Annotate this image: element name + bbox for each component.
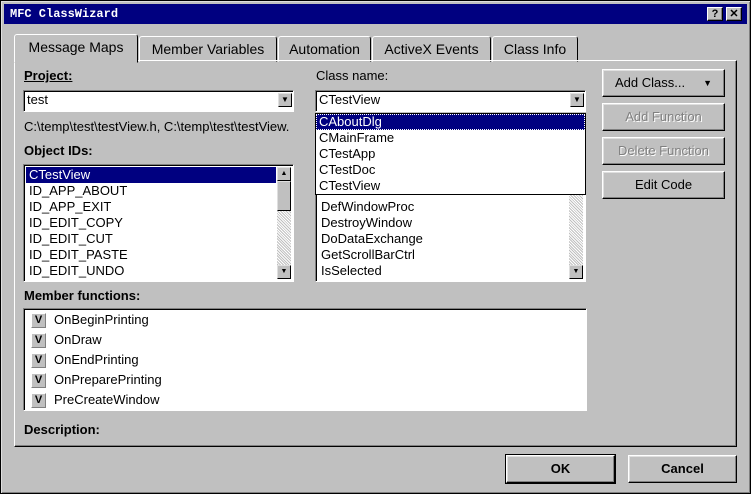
- description-label: Description:: [24, 422, 100, 437]
- member-functions-list[interactable]: V OnBeginPrinting V OnDraw V OnEndPrinting …: [23, 308, 587, 411]
- dropdown-option[interactable]: CTestApp: [316, 146, 585, 162]
- list-item[interactable]: V OnBeginPrinting: [26, 310, 586, 330]
- function-name: OnPreparePrinting: [54, 372, 162, 387]
- virtual-badge: V: [31, 332, 46, 348]
- list-item[interactable]: V OnEndPrinting: [26, 350, 586, 370]
- list-item[interactable]: ID_APP_EXIT: [26, 199, 293, 215]
- project-label: Project:: [24, 68, 73, 83]
- virtual-badge: V: [31, 352, 46, 368]
- tab-class-info[interactable]: Class Info: [492, 36, 578, 62]
- list-item[interactable]: ID_APP_ABOUT: [26, 183, 293, 199]
- tab-activex-events[interactable]: ActiveX Events: [372, 36, 491, 62]
- object-ids-list[interactable]: CTestView ID_APP_ABOUT ID_APP_EXIT ID_ED…: [23, 164, 294, 282]
- list-item[interactable]: GetScrollBarCtrl: [318, 247, 585, 263]
- function-name: OnBeginPrinting: [54, 312, 149, 327]
- dropdown-option[interactable]: CTestView: [316, 178, 585, 194]
- list-item[interactable]: DefWindowProc: [318, 199, 585, 215]
- list-item[interactable]: IsSelected: [318, 263, 585, 279]
- list-item[interactable]: DoDataExchange: [318, 231, 585, 247]
- list-item[interactable]: V OnPreparePrinting: [26, 370, 586, 390]
- add-function-button[interactable]: Add Function: [602, 103, 725, 131]
- dropdown-option[interactable]: CTestDoc: [316, 162, 585, 178]
- classwizard-dialog: MFC ClassWizard ? ✕ Message Maps Member …: [0, 0, 751, 494]
- list-item[interactable]: ID_EDIT_COPY: [26, 215, 293, 231]
- scroll-down-icon[interactable]: ▼: [569, 265, 583, 279]
- class-name-dropdown[interactable]: CAboutDlg CMainFrame CTestApp CTestDoc C…: [315, 113, 586, 195]
- list-item[interactable]: V OnDraw: [26, 330, 586, 350]
- cancel-button[interactable]: Cancel: [628, 455, 737, 483]
- list-item[interactable]: ID_EDIT_UNDO: [26, 263, 293, 279]
- virtual-badge: V: [31, 372, 46, 388]
- object-ids-scrollbar[interactable]: ▲ ▼: [277, 167, 291, 279]
- virtual-badge: V: [31, 312, 46, 328]
- list-item[interactable]: ID_EDIT_CUT: [26, 231, 293, 247]
- scroll-up-icon[interactable]: ▲: [277, 167, 291, 181]
- edit-code-button[interactable]: Edit Code: [602, 171, 725, 199]
- close-button[interactable]: ✕: [726, 7, 742, 21]
- chevron-down-icon[interactable]: ▼: [278, 93, 292, 107]
- class-name-label: Class name:: [316, 68, 389, 83]
- project-value: test: [27, 92, 48, 107]
- file-path-text: C:\temp\test\testView.h, C:\temp\test\te…: [24, 119, 290, 134]
- tab-message-maps[interactable]: Message Maps: [14, 34, 138, 63]
- add-class-label: Add Class...: [615, 75, 686, 90]
- chevron-down-icon[interactable]: ▼: [570, 93, 584, 107]
- add-class-button[interactable]: Add Class... ▼: [602, 69, 725, 97]
- ok-button[interactable]: OK: [505, 454, 616, 484]
- class-name-value: CTestView: [319, 92, 381, 107]
- object-ids-label: Object IDs:: [24, 143, 93, 158]
- scroll-thumb[interactable]: [277, 181, 291, 211]
- window-title: MFC ClassWizard: [10, 7, 119, 21]
- tab-member-variables[interactable]: Member Variables: [139, 36, 277, 62]
- function-name: PreCreateWindow: [54, 392, 160, 407]
- virtual-badge: V: [31, 392, 46, 408]
- title-bar: MFC ClassWizard: [4, 4, 747, 24]
- delete-function-button[interactable]: Delete Function: [602, 137, 725, 165]
- class-name-combo[interactable]: CTestView ▼: [315, 90, 586, 112]
- dropdown-option[interactable]: CAboutDlg: [316, 114, 585, 130]
- function-name: OnDraw: [54, 332, 102, 347]
- scroll-down-icon[interactable]: ▼: [277, 265, 291, 279]
- dropdown-option[interactable]: CMainFrame: [316, 130, 585, 146]
- member-functions-label: Member functions:: [24, 288, 141, 303]
- tab-automation[interactable]: Automation: [278, 36, 371, 62]
- help-button[interactable]: ?: [707, 7, 723, 21]
- list-item[interactable]: ID_EDIT_PASTE: [26, 247, 293, 263]
- chevron-down-icon: ▼: [703, 78, 712, 88]
- project-combo[interactable]: test ▼: [23, 90, 294, 112]
- list-item[interactable]: CTestView: [26, 167, 276, 183]
- list-item[interactable]: DestroyWindow: [318, 215, 585, 231]
- function-name: OnEndPrinting: [54, 352, 139, 367]
- list-item[interactable]: V PreCreateWindow: [26, 390, 586, 410]
